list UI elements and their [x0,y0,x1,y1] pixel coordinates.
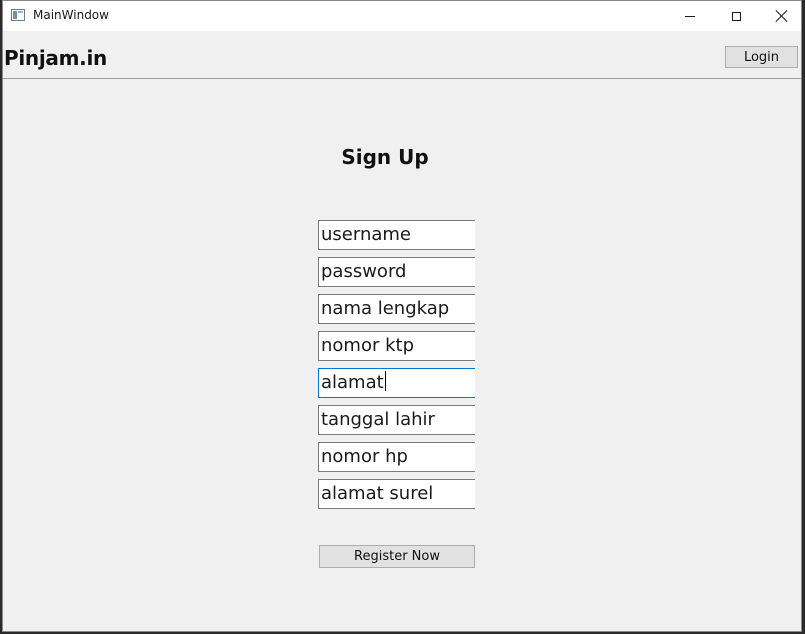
address-field[interactable]: alamat [318,368,475,398]
phone-number-field[interactable]: nomor hp [318,442,475,472]
window-title: MainWindow [33,8,109,22]
full-name-field[interactable]: nama lengkap [318,294,475,324]
password-field[interactable]: password [318,257,475,287]
maximize-icon [731,11,741,21]
form-title: Sign Up [341,145,429,169]
header-divider [3,78,801,79]
maximize-button[interactable] [713,1,759,31]
register-button[interactable]: Register Now [319,545,475,568]
close-icon [776,10,788,22]
app-icon [11,9,25,21]
title-bar[interactable]: MainWindow [3,1,801,31]
email-field[interactable]: alamat surel [318,479,475,509]
minimize-icon [685,15,695,17]
minimize-button[interactable] [667,1,713,31]
close-button[interactable] [759,1,801,31]
brand-title: Pinjam.in [4,46,107,70]
login-button[interactable]: Login [725,46,798,68]
username-field[interactable]: username [318,220,475,250]
main-window: MainWindow Pinjam.in Login Sign Up usern… [2,0,802,632]
birth-date-field[interactable]: tanggal lahir [318,405,475,435]
ktp-number-field[interactable]: nomor ktp [318,331,475,361]
text-caret [384,371,386,391]
address-field-value: alamat [321,372,384,393]
